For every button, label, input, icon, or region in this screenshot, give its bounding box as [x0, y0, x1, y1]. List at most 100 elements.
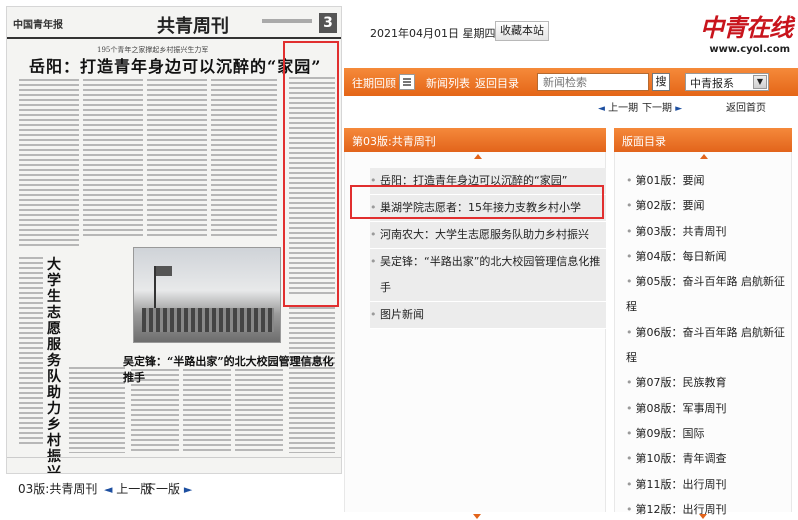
search-input[interactable]: [537, 73, 649, 91]
back-home-link[interactable]: 返回首页: [726, 99, 766, 114]
paper-select-value: 中青报系: [690, 77, 734, 90]
back-to-index-link[interactable]: 返回目录: [475, 75, 519, 91]
page-item[interactable]: • 第09版：国际: [626, 421, 792, 446]
newspaper-photo[interactable]: [133, 247, 281, 343]
newspaper-vertical-headline[interactable]: 大学生志愿服务队助力乡村振兴: [47, 257, 65, 473]
page-title: 第05版：奋斗百年路 启航新征程: [626, 275, 785, 314]
page-list: • 第01版：要闻 • 第02版：要闻 • 第03版：共青周刊 • 第04版：每日新闻 • 第05…: [626, 168, 792, 520]
current-date: 2021年04月01日 星期四: [370, 27, 496, 40]
bullet-icon: •: [626, 275, 633, 289]
arrow-right-icon: ►: [183, 483, 193, 496]
articles-panel-title: 第03版:共青周刊: [352, 135, 436, 148]
article-title: 吴定锋：“半路出家”的北大校园管理信息化推手: [380, 255, 601, 294]
newspaper-section-title: 共青周刊: [157, 16, 229, 37]
text-block: [69, 367, 125, 453]
favorite-button[interactable]: 收藏本站: [495, 21, 549, 41]
bullet-icon: •: [626, 477, 633, 491]
page-title: 第09版：国际: [635, 426, 705, 440]
scroll-down-icon[interactable]: [699, 514, 707, 519]
text-block: [19, 257, 43, 447]
brand-logo[interactable]: 中青在线 www.cyol.com: [700, 8, 794, 58]
search-button[interactable]: 搜: [652, 73, 670, 91]
scroll-up-icon[interactable]: [474, 154, 482, 159]
article-highlight-box[interactable]: [283, 41, 339, 307]
chevron-down-icon: ▼: [753, 75, 767, 89]
page-item[interactable]: • 第05版：奋斗百年路 启航新征程: [626, 269, 792, 320]
page-item[interactable]: • 第01版：要闻: [626, 168, 792, 193]
arrow-right-icon: ►: [675, 104, 683, 114]
scroll-down-icon[interactable]: [473, 514, 481, 519]
next-issue-label: 下一期: [642, 103, 672, 114]
page-item[interactable]: • 第12版：出行周刊: [626, 497, 792, 520]
bullet-icon: •: [626, 249, 633, 263]
bullet-icon: •: [626, 502, 633, 516]
masthead-rule: [262, 19, 312, 23]
bullet-icon: •: [626, 174, 633, 187]
news-list-link[interactable]: 新闻列表: [426, 75, 470, 91]
bullet-icon: •: [370, 255, 377, 268]
bullet-icon: •: [626, 199, 633, 213]
next-page-label: 下一版: [144, 482, 181, 496]
bullet-icon: •: [626, 376, 633, 390]
page-title: 第02版：要闻: [635, 199, 705, 213]
page-item[interactable]: • 第04版：每日新闻: [626, 244, 792, 269]
past-issues-link[interactable]: 往期回顾: [352, 75, 396, 91]
bullet-icon: •: [626, 426, 633, 440]
newspaper-masthead: 中国青年报 共青周刊 3: [7, 7, 341, 39]
next-page-link[interactable]: 下一版 ►: [144, 480, 192, 497]
page-title: 第08版：军事周刊: [635, 401, 727, 415]
flag-shape: [154, 266, 172, 310]
bullet-icon: •: [626, 452, 633, 466]
newspaper-page-number: 3: [319, 13, 337, 33]
pages-panel-title: 版面目录: [622, 135, 666, 148]
brand-url: www.cyol.com: [709, 44, 790, 55]
scroll-up-icon[interactable]: [700, 154, 708, 159]
text-block: [83, 79, 143, 239]
text-block: [19, 79, 79, 249]
article-title: 河南农大：大学生志愿服务队助力乡村振兴: [380, 228, 589, 241]
prev-issue-link[interactable]: ◄ 上一期: [598, 99, 638, 114]
paper-select[interactable]: 中青报系 ▼: [685, 73, 769, 91]
page-title: 第12版：出行周刊: [635, 502, 727, 516]
page-item[interactable]: • 第02版：要闻: [626, 193, 792, 218]
pages-panel-header: 版面目录: [614, 128, 792, 152]
article-item[interactable]: • 图片新闻: [370, 302, 606, 329]
page-title: 第03版：共青周刊: [635, 224, 727, 238]
article-title: 图片新闻: [380, 308, 424, 321]
bullet-icon: •: [626, 325, 633, 339]
crowd-shape: [142, 308, 274, 332]
newspaper-headline-hotspot[interactable]: 岳阳：打造青年身边可以沉醉的“家园”: [29, 53, 321, 77]
articles-panel-header: 第03版:共青周刊: [344, 128, 606, 152]
brand-mark: 中青在线: [700, 13, 793, 42]
page-title: 第04版：每日新闻: [635, 249, 727, 263]
next-issue-link[interactable]: 下一期 ►: [642, 99, 682, 114]
page-item[interactable]: • 第11版：出行周刊: [626, 472, 792, 497]
page-title: 第11版：出行周刊: [635, 477, 727, 491]
article-highlight-box: [350, 185, 604, 219]
newspaper-bottom-headline[interactable]: 吴定锋：“半路出家”的北大校园管理信息化推手: [123, 353, 341, 385]
issue-calendar-button[interactable]: [399, 74, 415, 90]
page-item[interactable]: • 第08版：军事周刊: [626, 396, 792, 421]
page-item[interactable]: • 第06版：奋斗百年路 启航新征程: [626, 320, 792, 371]
arrow-left-icon: ◄: [104, 483, 113, 496]
arrow-left-icon: ◄: [598, 104, 605, 114]
page-item[interactable]: • 第03版：共青周刊: [626, 219, 792, 244]
bullet-icon: •: [626, 224, 633, 238]
page-title: 第10版：青年调查: [635, 452, 727, 466]
newspaper-logo: 中国青年报: [13, 20, 63, 31]
page-item[interactable]: • 第07版：民族教育: [626, 370, 792, 395]
bullet-icon: •: [626, 401, 633, 415]
text-block: [211, 79, 277, 239]
bullet-icon: •: [370, 228, 377, 241]
article-item[interactable]: • 河南农大：大学生志愿服务队助力乡村振兴: [370, 222, 606, 249]
page-title: 第06版：奋斗百年路 启航新征程: [626, 325, 785, 365]
bullet-icon: •: [370, 308, 377, 321]
newspaper-footer: [7, 457, 341, 473]
page-title: 第01版：要闻: [635, 174, 705, 187]
page-item[interactable]: • 第10版：青年调查: [626, 446, 792, 471]
calendar-icon: [403, 78, 411, 86]
newspaper-page-image[interactable]: 中国青年报 共青周刊 3 195个青年之家撑起乡村振兴生力军 岳阳：打造青年身边…: [6, 6, 342, 474]
page-title: 第07版：民族教育: [635, 376, 727, 390]
current-page-name: 03版:共青周刊: [18, 482, 98, 496]
article-item[interactable]: • 吴定锋：“半路出家”的北大校园管理信息化推手: [370, 249, 606, 302]
